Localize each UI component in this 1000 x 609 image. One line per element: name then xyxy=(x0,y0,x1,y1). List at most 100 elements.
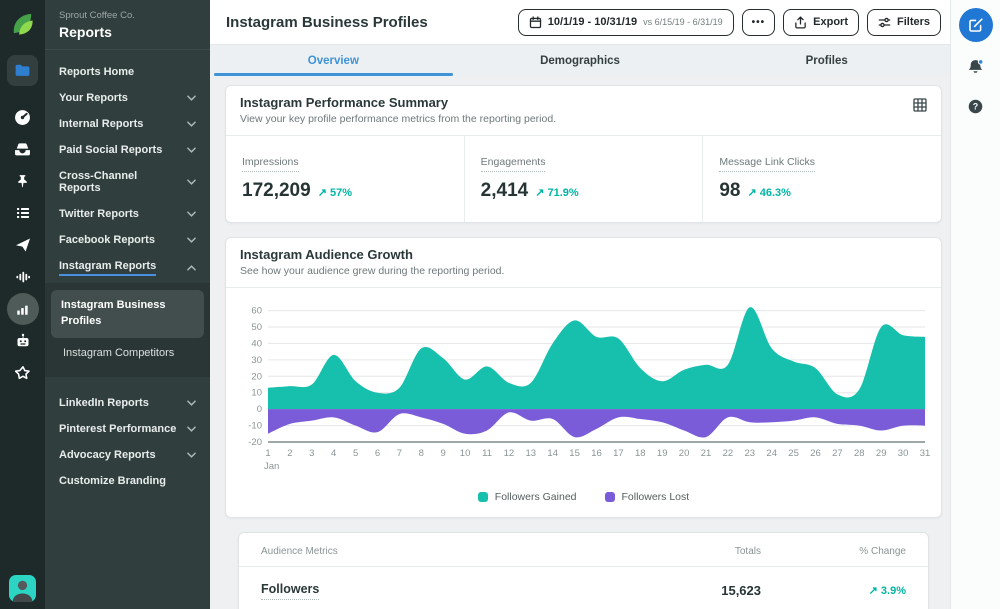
svg-text:10: 10 xyxy=(460,448,471,459)
sidebar-item-pinterest-performance[interactable]: Pinterest Performance xyxy=(45,416,210,442)
star-icon[interactable] xyxy=(0,357,45,389)
performance-summary-title: Instagram Performance Summary xyxy=(240,95,913,110)
notifications-bell-icon[interactable] xyxy=(966,58,985,82)
sidebar-item-advocacy-reports[interactable]: Advocacy Reports xyxy=(45,442,210,468)
filters-button[interactable]: Filters xyxy=(867,9,941,36)
sidebar-item-customize-branding[interactable]: Customize Branding xyxy=(45,468,210,494)
help-icon[interactable]: ? xyxy=(967,98,984,120)
compose-button[interactable] xyxy=(959,8,993,42)
paper-plane-icon[interactable] xyxy=(0,229,45,261)
report-tabs: Overview Demographics Profiles xyxy=(210,45,950,76)
svg-text:12: 12 xyxy=(504,448,515,459)
chevron-down-icon xyxy=(187,400,196,406)
svg-text:?: ? xyxy=(973,102,978,112)
reports-folder-icon[interactable] xyxy=(7,55,38,86)
svg-text:6: 6 xyxy=(375,448,380,459)
svg-text:27: 27 xyxy=(832,448,843,459)
svg-text:8: 8 xyxy=(419,448,424,459)
sprout-logo-icon[interactable] xyxy=(0,5,45,43)
svg-text:1: 1 xyxy=(265,448,270,459)
audio-wave-icon[interactable] xyxy=(0,261,45,293)
company-name: Sprout Coffee Co. xyxy=(59,10,196,21)
sidebar-item-label: LinkedIn Reports xyxy=(59,397,149,409)
sidebar-item-label: Cross-Channel Reports xyxy=(59,170,181,194)
metric-change: ↗ 46.3% xyxy=(747,186,790,199)
audience-growth-chart: 6050403020100-10-20123456789101112131415… xyxy=(234,294,933,480)
svg-text:0: 0 xyxy=(257,404,262,415)
svg-text:11: 11 xyxy=(482,448,492,459)
tab-profiles[interactable]: Profiles xyxy=(703,45,950,76)
legend-followers-lost[interactable]: Followers Lost xyxy=(605,491,690,503)
date-range-button[interactable]: 10/1/19 - 10/31/19 vs 6/15/19 - 6/31/19 xyxy=(518,9,734,36)
metric-change: ↗ 71.9% xyxy=(535,186,578,199)
metric-value: 172,209 xyxy=(242,180,311,202)
filters-icon xyxy=(878,16,891,29)
sidebar-item-label: Pinterest Performance xyxy=(59,423,176,435)
calendar-icon xyxy=(529,16,542,29)
sidebar-item-linkedin-reports[interactable]: LinkedIn Reports xyxy=(45,390,210,416)
bot-icon[interactable] xyxy=(0,325,45,357)
audience-growth-chart-area: 6050403020100-10-20123456789101112131415… xyxy=(226,288,941,485)
chevron-down-icon xyxy=(187,121,196,127)
sidebar-item-facebook-reports[interactable]: Facebook Reports xyxy=(45,227,210,253)
svg-text:40: 40 xyxy=(251,338,262,349)
sidebar-item-internal-reports[interactable]: Internal Reports xyxy=(45,111,210,137)
performance-summary-subtitle: View your key profile performance metric… xyxy=(240,113,913,125)
svg-text:10: 10 xyxy=(251,388,262,399)
instagram-reports-submenu: Instagram Business Profiles Instagram Co… xyxy=(45,283,210,377)
chevron-down-icon xyxy=(187,147,196,153)
tab-overview[interactable]: Overview xyxy=(210,45,457,76)
svg-text:30: 30 xyxy=(898,448,909,459)
chevron-up-icon xyxy=(187,265,196,271)
user-avatar[interactable] xyxy=(9,575,36,602)
metric-change: ↗ 57% xyxy=(318,186,352,199)
row-metric-followers[interactable]: Followers xyxy=(261,582,319,600)
dashboard-gauge-icon[interactable] xyxy=(0,101,45,133)
more-options-icon: ••• xyxy=(752,17,766,28)
audience-growth-subtitle: See how your audience grew during the re… xyxy=(240,265,927,277)
sidebar-item-your-reports[interactable]: Your Reports xyxy=(45,85,210,111)
sidebar-item-cross-channel-reports[interactable]: Cross-Channel Reports xyxy=(45,163,210,201)
table-view-icon[interactable] xyxy=(913,98,927,117)
sidebar-item-instagram-business-profiles[interactable]: Instagram Business Profiles xyxy=(51,290,204,338)
svg-text:2: 2 xyxy=(287,448,292,459)
summary-metrics: Impressions 172,209 ↗ 57% Engagements 2,… xyxy=(226,136,941,222)
performance-summary-header: Instagram Performance Summary View your … xyxy=(226,86,941,136)
pin-icon[interactable] xyxy=(0,165,45,197)
table-header-row: Audience Metrics Totals % Change xyxy=(239,533,928,566)
more-options-button[interactable]: ••• xyxy=(742,9,776,36)
chevron-down-icon xyxy=(187,237,196,243)
sidebar-item-instagram-reports[interactable]: Instagram Reports xyxy=(45,253,210,283)
metric-label[interactable]: Impressions xyxy=(242,156,299,172)
export-icon xyxy=(794,16,807,29)
export-button[interactable]: Export xyxy=(783,9,859,36)
svg-text:60: 60 xyxy=(251,306,262,317)
metric-label[interactable]: Engagements xyxy=(481,156,546,172)
list-icon[interactable] xyxy=(0,197,45,229)
table-header-change: % Change xyxy=(761,546,906,557)
chevron-down-icon xyxy=(187,426,196,432)
audience-growth-card: Instagram Audience Growth See how your a… xyxy=(225,237,942,518)
svg-text:13: 13 xyxy=(526,448,537,459)
sidebar-item-paid-social-reports[interactable]: Paid Social Reports xyxy=(45,137,210,163)
sidebar-item-instagram-competitors[interactable]: Instagram Competitors xyxy=(45,338,210,368)
metric-label[interactable]: Message Link Clicks xyxy=(719,156,815,172)
sidebar-item-reports-home[interactable]: Reports Home xyxy=(45,59,210,85)
report-content: Instagram Performance Summary View your … xyxy=(210,76,950,609)
legend-followers-gained[interactable]: Followers Gained xyxy=(478,491,577,503)
svg-text:5: 5 xyxy=(353,448,358,459)
svg-text:14: 14 xyxy=(547,448,558,459)
svg-text:16: 16 xyxy=(591,448,602,459)
tab-demographics[interactable]: Demographics xyxy=(457,45,704,76)
inbox-icon[interactable] xyxy=(0,133,45,165)
sidebar-nav-lower: LinkedIn Reports Pinterest Performance A… xyxy=(45,390,210,494)
date-compare-value: vs 6/15/19 - 6/31/19 xyxy=(643,17,723,27)
sidebar-item-twitter-reports[interactable]: Twitter Reports xyxy=(45,201,210,227)
chevron-down-icon xyxy=(187,452,196,458)
main-area: Instagram Business Profiles 10/1/19 - 10… xyxy=(210,0,950,609)
reports-bar-chart-icon[interactable] xyxy=(0,293,45,325)
table-header-audience-metrics: Audience Metrics xyxy=(261,546,641,557)
legend-label: Followers Lost xyxy=(622,491,690,503)
metric-value: 98 xyxy=(719,180,740,202)
chevron-down-icon xyxy=(187,211,196,217)
